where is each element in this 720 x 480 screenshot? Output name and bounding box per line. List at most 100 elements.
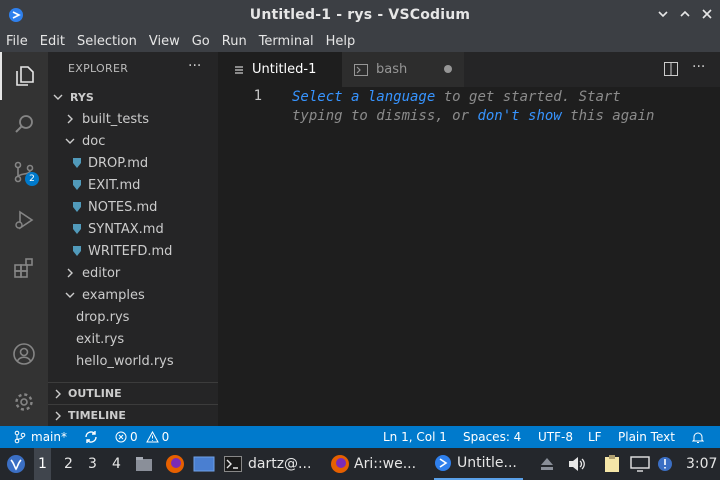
notifications-bell-icon[interactable] bbox=[692, 426, 704, 448]
chevron-down-icon bbox=[52, 92, 64, 102]
explorer-icon[interactable] bbox=[0, 52, 48, 100]
tree-file[interactable]: hello_world.rys bbox=[48, 350, 218, 372]
tree-folder[interactable]: doc bbox=[48, 130, 218, 152]
search-icon[interactable] bbox=[0, 100, 48, 148]
git-branch-icon bbox=[14, 430, 26, 444]
select-language-link[interactable]: Select a language bbox=[292, 89, 435, 105]
terminal-icon bbox=[224, 456, 242, 472]
task-label: Untitle... bbox=[457, 455, 517, 471]
workspace-1[interactable]: 1 bbox=[34, 448, 51, 480]
volume-tray-icon[interactable] bbox=[568, 448, 586, 480]
task-vscodium[interactable]: Untitle... bbox=[434, 448, 523, 480]
outline-panel-header[interactable]: OUTLINE bbox=[48, 382, 218, 404]
hint-text: this again bbox=[561, 108, 655, 124]
menu-file[interactable]: File bbox=[0, 34, 34, 49]
empty-editor-hint: Select a language to get started. Start … bbox=[292, 88, 654, 126]
menu-view[interactable]: View bbox=[143, 34, 186, 49]
source-control-icon[interactable]: 2 bbox=[0, 148, 48, 196]
menu-go[interactable]: Go bbox=[186, 34, 216, 49]
explorer-more-actions-button[interactable]: ··· bbox=[188, 58, 201, 74]
vscodium-app-icon bbox=[9, 8, 23, 22]
indentation-setting[interactable]: Spaces: 4 bbox=[463, 426, 521, 448]
language-mode[interactable]: Plain Text bbox=[618, 426, 675, 448]
sync-button[interactable] bbox=[84, 426, 98, 448]
tree-item-label: NOTES.md bbox=[88, 199, 158, 215]
markdown-file-icon bbox=[72, 223, 82, 235]
extensions-icon[interactable] bbox=[0, 244, 48, 292]
tree-folder[interactable]: editor bbox=[48, 262, 218, 284]
hint-text: typing to dismiss, or bbox=[292, 108, 478, 124]
run-debug-icon[interactable] bbox=[0, 196, 48, 244]
tree-file[interactable]: exit.rys bbox=[48, 328, 218, 350]
task-label: dartz@... bbox=[248, 456, 312, 472]
tree-file[interactable]: EXIT.md bbox=[48, 174, 218, 196]
task-terminal[interactable]: dartz@... bbox=[224, 448, 311, 480]
tree-folder[interactable]: built_tests bbox=[48, 108, 218, 130]
chevron-down-icon bbox=[64, 290, 76, 300]
minimize-button[interactable] bbox=[654, 5, 672, 23]
unsaved-dot-icon[interactable] bbox=[444, 65, 452, 73]
desktop-taskbar: 1 2 3 4 dartz@... Ari::we... Untitle... … bbox=[0, 448, 720, 480]
dont-show-link[interactable]: don't show bbox=[477, 108, 561, 124]
warning-count: 0 bbox=[161, 430, 170, 444]
workspace-4[interactable]: 4 bbox=[112, 448, 121, 480]
display-tray-icon[interactable] bbox=[630, 448, 650, 480]
tab-bash[interactable]: bash bbox=[342, 52, 464, 87]
file-manager-launcher-icon[interactable] bbox=[135, 448, 153, 480]
branch-indicator[interactable]: main* bbox=[14, 426, 67, 448]
account-icon[interactable] bbox=[0, 330, 48, 378]
clipboard-tray-icon[interactable] bbox=[604, 448, 620, 480]
tree-item-label: EXIT.md bbox=[88, 177, 141, 193]
error-count: 0 bbox=[130, 430, 138, 444]
menu-selection[interactable]: Selection bbox=[71, 34, 143, 49]
tree-file[interactable]: DROP.md bbox=[48, 152, 218, 174]
error-icon bbox=[115, 431, 127, 443]
tab-untitled-1[interactable]: Untitled-1 bbox=[218, 52, 342, 87]
root-folder-label: RYS bbox=[70, 90, 94, 104]
cursor-position[interactable]: Ln 1, Col 1 bbox=[383, 426, 447, 448]
encoding-setting[interactable]: UTF-8 bbox=[538, 426, 573, 448]
menu-edit[interactable]: Edit bbox=[34, 34, 71, 49]
close-window-button[interactable] bbox=[698, 5, 716, 23]
tree-item-label: editor bbox=[82, 265, 121, 281]
workspace-2[interactable]: 2 bbox=[64, 448, 73, 480]
desktop-launcher-icon[interactable] bbox=[193, 448, 215, 480]
settings-gear-icon[interactable] bbox=[0, 378, 48, 426]
timeline-panel-header[interactable]: TIMELINE bbox=[48, 404, 218, 426]
maximize-button[interactable] bbox=[676, 5, 694, 23]
explorer-root-folder[interactable]: RYS bbox=[52, 86, 222, 108]
workspace-3[interactable]: 3 bbox=[88, 448, 97, 480]
menu-help[interactable]: Help bbox=[320, 34, 362, 49]
problems-indicator[interactable]: 0 0 bbox=[115, 426, 169, 448]
window-title: Untitled-1 - rys - VSCodium bbox=[249, 7, 471, 23]
tree-file[interactable]: NOTES.md bbox=[48, 196, 218, 218]
eol-setting[interactable]: LF bbox=[588, 426, 602, 448]
terminal-tab-icon bbox=[354, 63, 368, 76]
menu-terminal[interactable]: Terminal bbox=[253, 34, 320, 49]
menu-run[interactable]: Run bbox=[216, 34, 253, 49]
firefox-launcher-icon[interactable] bbox=[165, 448, 185, 480]
markdown-file-icon bbox=[72, 201, 82, 213]
tree-file[interactable]: drop.rys bbox=[48, 306, 218, 328]
scm-badge: 2 bbox=[25, 172, 39, 186]
vscodium-icon bbox=[435, 455, 451, 471]
update-notifier-tray-icon[interactable] bbox=[656, 448, 674, 480]
menu-bar: File Edit Selection View Go Run Terminal… bbox=[0, 30, 720, 52]
task-firefox[interactable]: Ari::we... bbox=[330, 448, 416, 480]
tree-folder[interactable]: examples bbox=[48, 284, 218, 306]
branch-name: main* bbox=[31, 430, 67, 444]
explorer-sidebar: EXPLORER ··· RYS built_tests doc DROP.md EX… bbox=[48, 52, 218, 426]
tab-menu-icon bbox=[234, 65, 244, 75]
firefox-icon bbox=[331, 455, 349, 473]
tree-item-label: hello_world.rys bbox=[76, 353, 174, 369]
clock[interactable]: 3:07 bbox=[686, 448, 717, 480]
tree-file[interactable]: WRITEFD.md bbox=[48, 240, 218, 262]
tree-file[interactable]: SYNTAX.md bbox=[48, 218, 218, 240]
split-editor-icon[interactable] bbox=[664, 62, 678, 80]
eject-tray-icon[interactable] bbox=[540, 448, 554, 480]
start-menu-icon[interactable] bbox=[6, 448, 26, 480]
markdown-file-icon bbox=[72, 157, 82, 169]
chevron-right-icon bbox=[52, 389, 64, 399]
more-actions-icon[interactable]: ··· bbox=[692, 59, 705, 75]
tree-item-label: drop.rys bbox=[76, 309, 130, 325]
